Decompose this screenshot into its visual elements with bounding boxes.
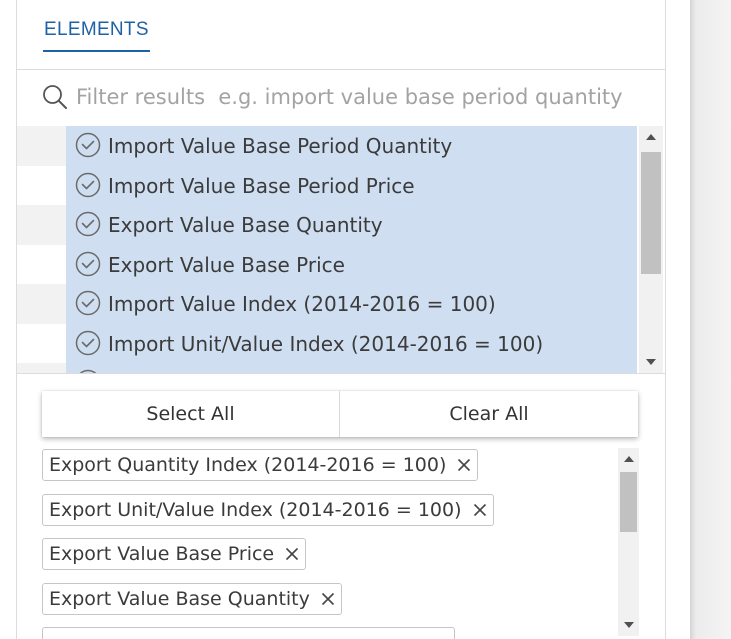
list-item-label: Export Value Base Price <box>108 252 345 277</box>
close-icon[interactable] <box>471 501 489 519</box>
selected-chip: Export Value Base Price <box>42 538 307 570</box>
selected-chip <box>42 627 455 639</box>
row-stripe <box>17 205 66 245</box>
chip-label: Export Value Base Quantity <box>49 587 310 610</box>
check-circle-icon <box>75 211 101 237</box>
row-stripe <box>17 323 66 364</box>
close-icon[interactable] <box>283 545 301 563</box>
check-circle-icon <box>75 251 101 276</box>
selected-chip: Export Value Base Quantity <box>42 582 342 615</box>
list-item-label: Import Unit/Value Index (2014-2016 = 100… <box>108 331 544 356</box>
list-item[interactable]: Import Value Base Period Price <box>17 165 637 206</box>
list-item-selected-area[interactable] <box>66 363 637 373</box>
list-item[interactable]: Import Unit/Value Index (2014-2016 = 100… <box>17 323 637 364</box>
check-circle-icon <box>75 290 101 316</box>
selected-chip: Export Quantity Index (2014-2016 = 100) <box>42 449 479 481</box>
row-stripe <box>17 126 66 166</box>
check-circle-icon <box>75 172 101 197</box>
check-circle-icon <box>75 132 101 158</box>
triangle-up-icon[interactable] <box>646 134 656 140</box>
elements-list: Import Value Base Period Quantity Import … <box>17 126 665 373</box>
list-item[interactable]: Import Value Index (2014-2016 = 100) <box>17 284 637 324</box>
selection-area: Select All Clear All Export Quantity Ind… <box>17 373 665 639</box>
row-stripe <box>17 244 66 285</box>
list-item-label: Import Value Base Period Price <box>108 173 415 198</box>
selected-chips-list: Export Quantity Index (2014-2016 = 100) E… <box>42 449 617 639</box>
triangle-down-icon[interactable] <box>623 622 634 628</box>
tab-elements[interactable]: ELEMENTS <box>43 14 150 52</box>
scrollbar-thumb[interactable] <box>620 472 637 532</box>
selected-chip: Export Unit/Value Index (2014-2016 = 100… <box>42 493 494 526</box>
list-item-label: Import Value Index (2014-2016 = 100) <box>108 292 496 316</box>
row-stripe <box>17 165 66 206</box>
close-icon[interactable] <box>319 590 337 608</box>
list-item-selected-area[interactable]: Import Value Base Period Quantity <box>66 126 637 166</box>
header-divider <box>17 69 665 70</box>
chip-label: Export Unit/Value Index (2014-2016 = 100… <box>49 498 462 521</box>
panel-edge-shadow <box>690 0 731 639</box>
list-item[interactable]: Import Value Base Period Quantity <box>17 126 637 166</box>
search-icon <box>43 85 67 109</box>
check-circle-icon <box>75 330 101 355</box>
bulk-action-bar: Select All Clear All <box>42 391 638 437</box>
list-item-label: Import Value Base Period Quantity <box>108 134 453 158</box>
chips-scrollbar[interactable] <box>618 448 639 636</box>
triangle-down-icon[interactable] <box>646 359 656 365</box>
list-item-selected-area[interactable]: Import Value Base Period Price <box>66 165 637 206</box>
chip-label: Export Quantity Index (2014-2016 = 100) <box>49 454 447 476</box>
list-item-selected-area[interactable]: Import Value Index (2014-2016 = 100) <box>66 284 637 324</box>
list-item-selected-area[interactable]: Import Unit/Value Index (2014-2016 = 100… <box>66 323 637 364</box>
elements-list-scrollbar[interactable] <box>639 126 663 373</box>
clear-all-button[interactable]: Clear All <box>340 391 638 437</box>
list-item-selected-area[interactable]: Export Value Base Quantity <box>66 205 637 245</box>
row-stripe <box>17 284 66 324</box>
list-item[interactable]: Export Value Base Price <box>17 244 637 285</box>
list-item[interactable]: Export Value Base Quantity <box>17 205 637 245</box>
triangle-up-icon[interactable] <box>623 456 634 462</box>
filter-search-input[interactable] <box>76 78 656 116</box>
scrollbar-thumb[interactable] <box>641 152 661 274</box>
chip-label: Export Value Base Price <box>49 543 275 565</box>
list-item-label: Export Value Base Quantity <box>108 213 383 237</box>
select-all-button[interactable]: Select All <box>42 391 339 437</box>
row-stripe <box>17 363 66 373</box>
close-icon[interactable] <box>455 456 473 474</box>
list-item[interactable] <box>17 363 637 373</box>
list-item-selected-area[interactable]: Export Value Base Price <box>66 244 637 285</box>
elements-panel: ELEMENTS Import Value Base Period Quanti… <box>16 0 666 639</box>
